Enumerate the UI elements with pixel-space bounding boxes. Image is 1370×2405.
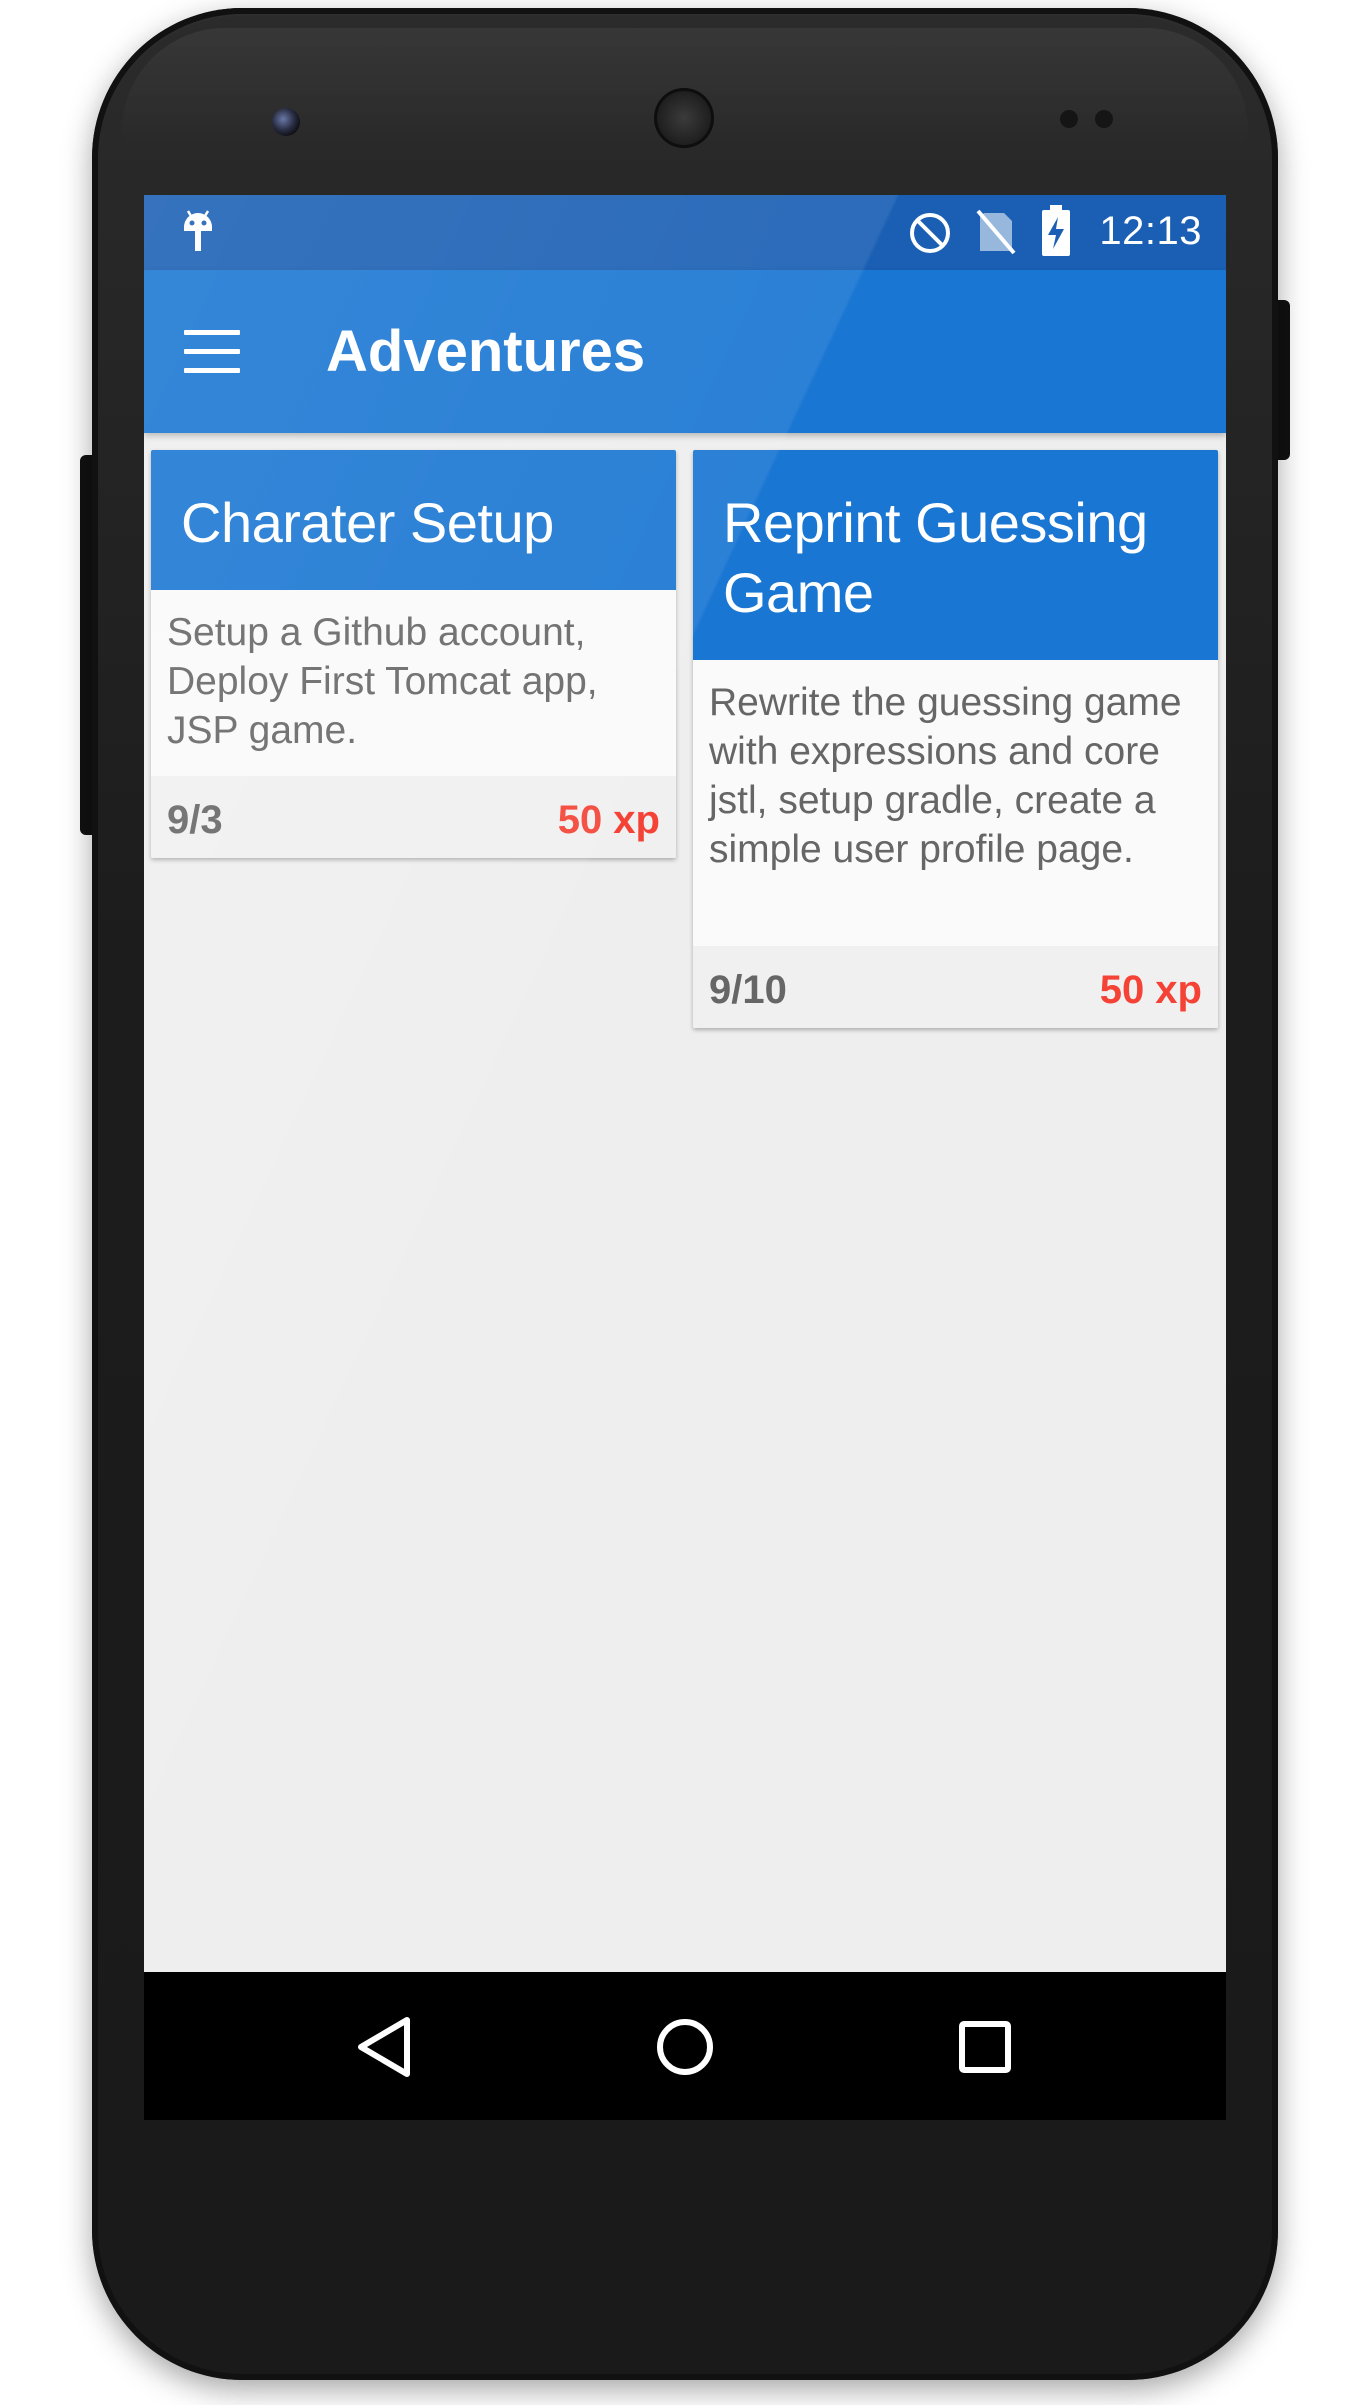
back-icon[interactable] [349,2012,419,2082]
status-time: 12:13 [1099,209,1202,253]
adventure-card[interactable]: Reprint Guessing Game Rewrite the guessi… [693,450,1218,1028]
adventure-card[interactable]: Charater Setup Setup a Github account, D… [151,450,676,858]
device-frame: 12:13 Adventures Charater Setup Setup a … [0,0,1370,2405]
screen: 12:13 Adventures Charater Setup Setup a … [144,195,1226,2120]
card-description: Setup a Github account, Deploy First Tom… [151,590,676,776]
card-title: Reprint Guessing Game [693,450,1218,660]
power-button [1276,300,1290,460]
card-footer: 9/3 50 xp [151,776,676,858]
card-date: 9/3 [167,798,223,842]
page-title: Adventures [326,319,646,384]
card-xp: 50 xp [557,798,660,842]
android-debug-icon [184,210,212,251]
home-icon[interactable] [650,2012,720,2082]
front-camera-icon [272,108,300,136]
status-bar: 12:13 [144,195,1226,270]
battery-charging-icon [1042,205,1070,256]
no-sim-icon [976,209,1016,255]
card-footer: 9/10 50 xp [693,946,1218,1028]
light-sensor [1095,110,1113,128]
card-xp: 50 xp [1099,968,1202,1012]
card-description: Rewrite the guessing game with expressio… [693,660,1218,946]
card-date: 9/10 [709,968,787,1012]
do-not-disturb-icon [910,213,950,253]
card-title: Charater Setup [151,450,676,590]
proximity-sensor [1060,110,1078,128]
app-bar: Adventures [144,270,1226,433]
menu-icon[interactable] [184,330,244,374]
recents-icon[interactable] [950,2012,1020,2082]
navigation-bar [144,1972,1226,2120]
earpiece-speaker [654,88,714,148]
